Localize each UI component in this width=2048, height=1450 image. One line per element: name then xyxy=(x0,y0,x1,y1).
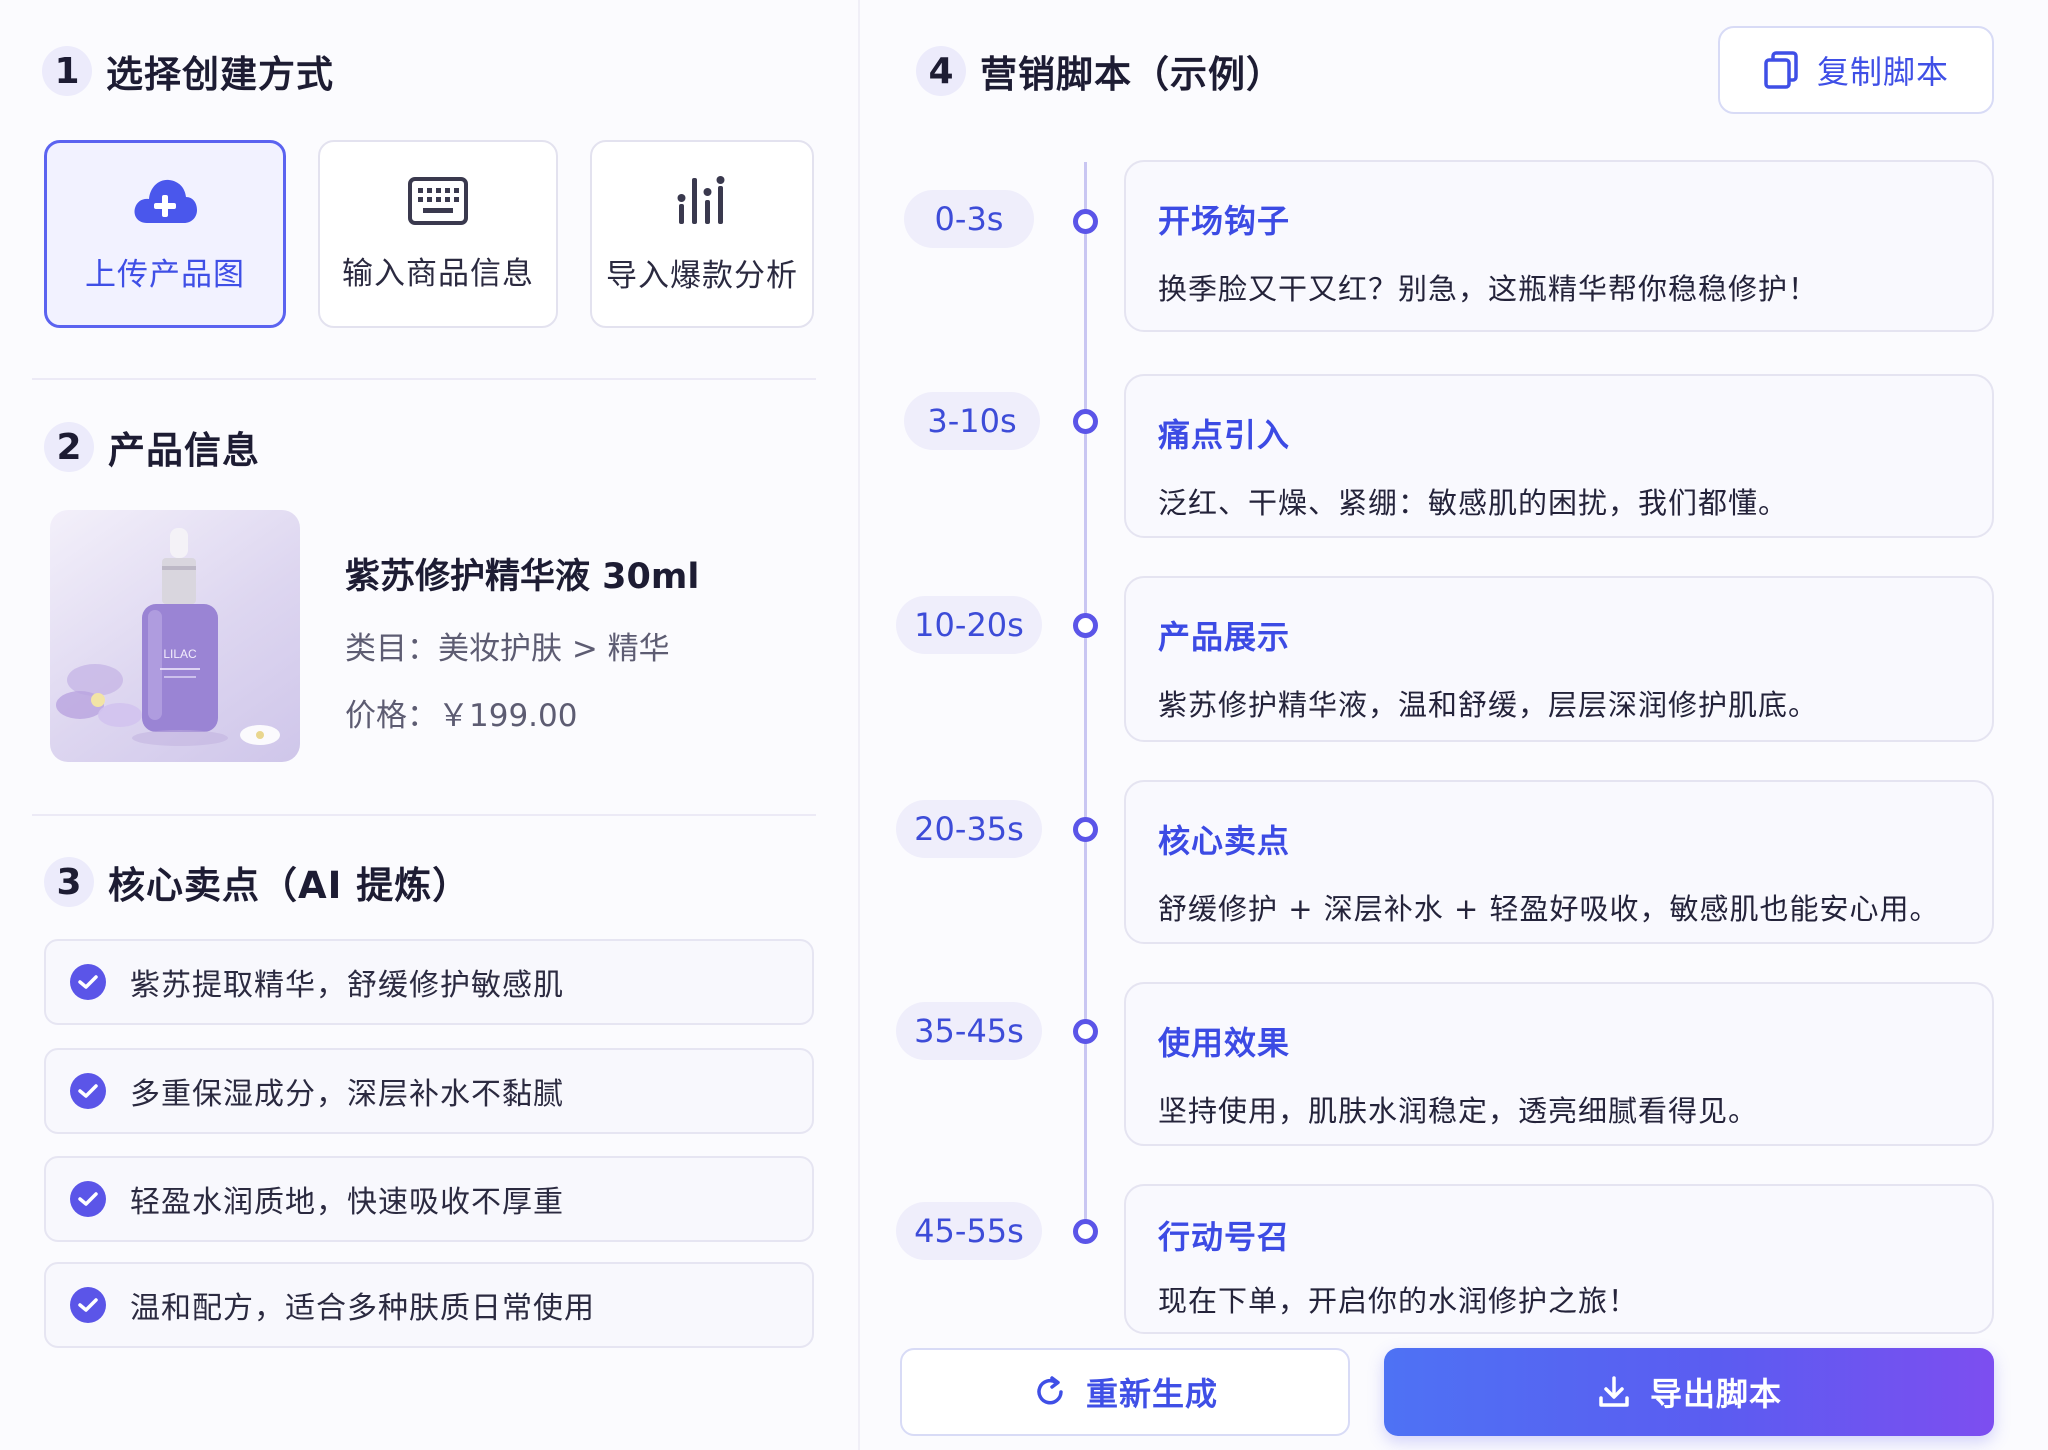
panel-separator xyxy=(858,0,860,1450)
time-range-pill: 10-20s xyxy=(896,596,1042,654)
method-label: 上传产品图 xyxy=(85,256,245,293)
timeline-dot xyxy=(1073,613,1098,638)
step-text: 换季脸又干又红？别急，这瓶精华帮你稳稳修护！ xyxy=(1158,272,1819,306)
feature-item: 温和配方，适合多种肤质日常使用 xyxy=(44,1262,814,1348)
time-range-pill: 0-3s xyxy=(904,190,1034,248)
timeline-line xyxy=(1084,162,1087,1232)
check-circle-icon xyxy=(70,1181,106,1217)
download-icon xyxy=(1599,1376,1629,1407)
keyboard-icon xyxy=(408,176,468,225)
serum-bottle-illustration: LILAC xyxy=(56,528,280,746)
method-label: 输入商品信息 xyxy=(342,255,534,292)
copy-icon xyxy=(1764,51,1798,89)
step-title: 开场钩子 xyxy=(1158,202,1291,240)
step-title: 使用效果 xyxy=(1158,1024,1291,1062)
feature-item: 多重保湿成分，深层补水不黏腻 xyxy=(44,1048,814,1134)
step-title: 核心卖点 xyxy=(1158,822,1291,860)
method-card-input-product-info[interactable]: 输入商品信息 xyxy=(318,140,558,328)
step-number-badge: 3 xyxy=(44,857,94,907)
product-image: LILAC xyxy=(50,510,300,762)
step-text: 紫苏修护精华液，温和舒缓，层层深润修护肌底。 xyxy=(1158,688,1819,722)
script-step-card: 核心卖点 舒缓修护 + 深层补水 + 轻盈好吸收，敏感肌也能安心用。 xyxy=(1124,780,1994,944)
price-value: ￥199.00 xyxy=(438,698,578,734)
section-4-header: 4 营销脚本（示例） xyxy=(916,44,1284,98)
timeline-dot xyxy=(1073,409,1098,434)
time-range-pill: 20-35s xyxy=(896,800,1042,858)
refresh-icon xyxy=(1037,1376,1063,1405)
step-title: 痛点引入 xyxy=(1158,416,1291,454)
regenerate-button[interactable]: 重新生成 xyxy=(900,1348,1350,1436)
feature-text: 轻盈水润质地，快速吸收不厚重 xyxy=(130,1185,564,1220)
step-title: 行动号召 xyxy=(1158,1218,1291,1256)
section-title: 产品信息 xyxy=(108,429,260,472)
feature-text: 多重保湿成分，深层补水不黏腻 xyxy=(130,1077,564,1112)
step-number-badge: 4 xyxy=(916,46,966,96)
timeline-dot xyxy=(1073,209,1098,234)
section-3-header: 3 核心卖点（AI 提炼） xyxy=(44,855,470,909)
check-circle-icon xyxy=(70,1287,106,1323)
time-range-pill: 3-10s xyxy=(904,392,1040,450)
check-circle-icon xyxy=(70,964,106,1000)
category-label: 类目： xyxy=(345,631,438,667)
price-label: 价格： xyxy=(345,698,438,734)
time-range-pill: 35-45s xyxy=(896,1002,1042,1060)
bottle-brand-text: LILAC xyxy=(163,647,197,661)
product-category: 类目：美妆护肤 > 精华 xyxy=(345,623,670,668)
section-title: 选择创建方式 xyxy=(106,53,334,96)
time-range-pill: 45-55s xyxy=(896,1202,1042,1260)
timeline-dot xyxy=(1073,1019,1098,1044)
feature-text: 紫苏提取精华，舒缓修护敏感肌 xyxy=(130,968,564,1003)
copy-script-label: 复制脚本 xyxy=(1816,53,1949,91)
step-text: 坚持使用，肌肤水润稳定，透亮细腻看得见。 xyxy=(1158,1094,1759,1128)
feature-item: 紫苏提取精华，舒缓修护敏感肌 xyxy=(44,939,814,1025)
section-title: 营销脚本（示例） xyxy=(980,53,1284,96)
export-script-button[interactable]: 导出脚本 xyxy=(1384,1348,1994,1436)
section-title: 核心卖点（AI 提炼） xyxy=(108,864,471,907)
script-step-card: 使用效果 坚持使用，肌肤水润稳定，透亮细腻看得见。 xyxy=(1124,982,1994,1146)
section-2-header: 2 产品信息 xyxy=(44,420,260,474)
export-label: 导出脚本 xyxy=(1649,1375,1782,1413)
step-text: 泛红、干燥、紧绷：敏感肌的困扰，我们都懂。 xyxy=(1158,486,1789,520)
step-number-badge: 2 xyxy=(44,422,94,472)
chart-bars-icon xyxy=(677,175,725,224)
step-text: 现在下单，开启你的水润修护之旅！ xyxy=(1158,1284,1639,1318)
product-name: 紫苏修护精华液 30ml xyxy=(345,557,700,597)
feature-text: 温和配方，适合多种肤质日常使用 xyxy=(130,1291,595,1326)
script-step-card: 行动号召 现在下单，开启你的水润修护之旅！ xyxy=(1124,1184,1994,1334)
divider xyxy=(32,378,816,380)
step-number-badge: 1 xyxy=(42,46,92,96)
product-price: 价格：￥199.00 xyxy=(345,690,577,735)
script-step-card: 开场钩子 换季脸又干又红？别急，这瓶精华帮你稳稳修护！ xyxy=(1124,160,1994,332)
regenerate-label: 重新生成 xyxy=(1085,1375,1218,1413)
timeline-dot xyxy=(1073,817,1098,842)
method-label: 导入爆款分析 xyxy=(606,257,798,294)
divider xyxy=(32,814,816,816)
cloud-upload-icon xyxy=(134,179,197,223)
method-card-upload-image[interactable]: 上传产品图 xyxy=(44,140,286,328)
step-text: 舒缓修护 + 深层补水 + 轻盈好吸收，敏感肌也能安心用。 xyxy=(1158,892,1940,926)
script-step-card: 痛点引入 泛红、干燥、紧绷：敏感肌的困扰，我们都懂。 xyxy=(1124,374,1994,538)
section-1-header: 1 选择创建方式 xyxy=(42,44,334,98)
category-value: 美妆护肤 > 精华 xyxy=(438,631,670,667)
method-card-import-bestseller-analysis[interactable]: 导入爆款分析 xyxy=(590,140,814,328)
check-circle-icon xyxy=(70,1073,106,1109)
step-title: 产品展示 xyxy=(1158,618,1291,656)
timeline-dot xyxy=(1073,1219,1098,1244)
copy-script-button[interactable]: 复制脚本 xyxy=(1718,26,1994,114)
script-step-card: 产品展示 紫苏修护精华液，温和舒缓，层层深润修护肌底。 xyxy=(1124,576,1994,742)
feature-item: 轻盈水润质地，快速吸收不厚重 xyxy=(44,1156,814,1242)
